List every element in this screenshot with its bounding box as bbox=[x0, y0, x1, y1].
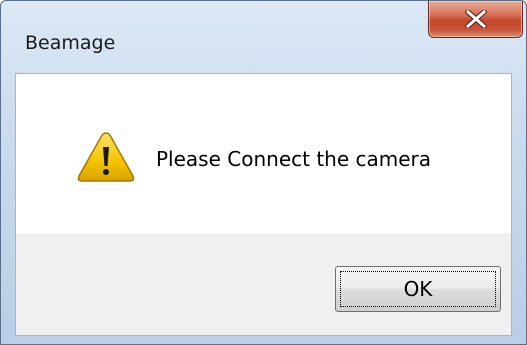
ok-button-label: OK bbox=[340, 271, 496, 307]
close-button[interactable] bbox=[428, 1, 523, 38]
dialog-window: Beamage Please Connect the camera OK bbox=[0, 0, 527, 345]
dialog-message: Please Connect the camera bbox=[156, 147, 432, 171]
warning-icon bbox=[77, 132, 135, 182]
close-icon bbox=[465, 10, 487, 28]
title-bar[interactable]: Beamage bbox=[1, 1, 526, 53]
window-title: Beamage bbox=[25, 32, 116, 54]
ok-button[interactable]: OK bbox=[335, 266, 501, 312]
dialog-body: Please Connect the camera OK bbox=[15, 73, 512, 336]
